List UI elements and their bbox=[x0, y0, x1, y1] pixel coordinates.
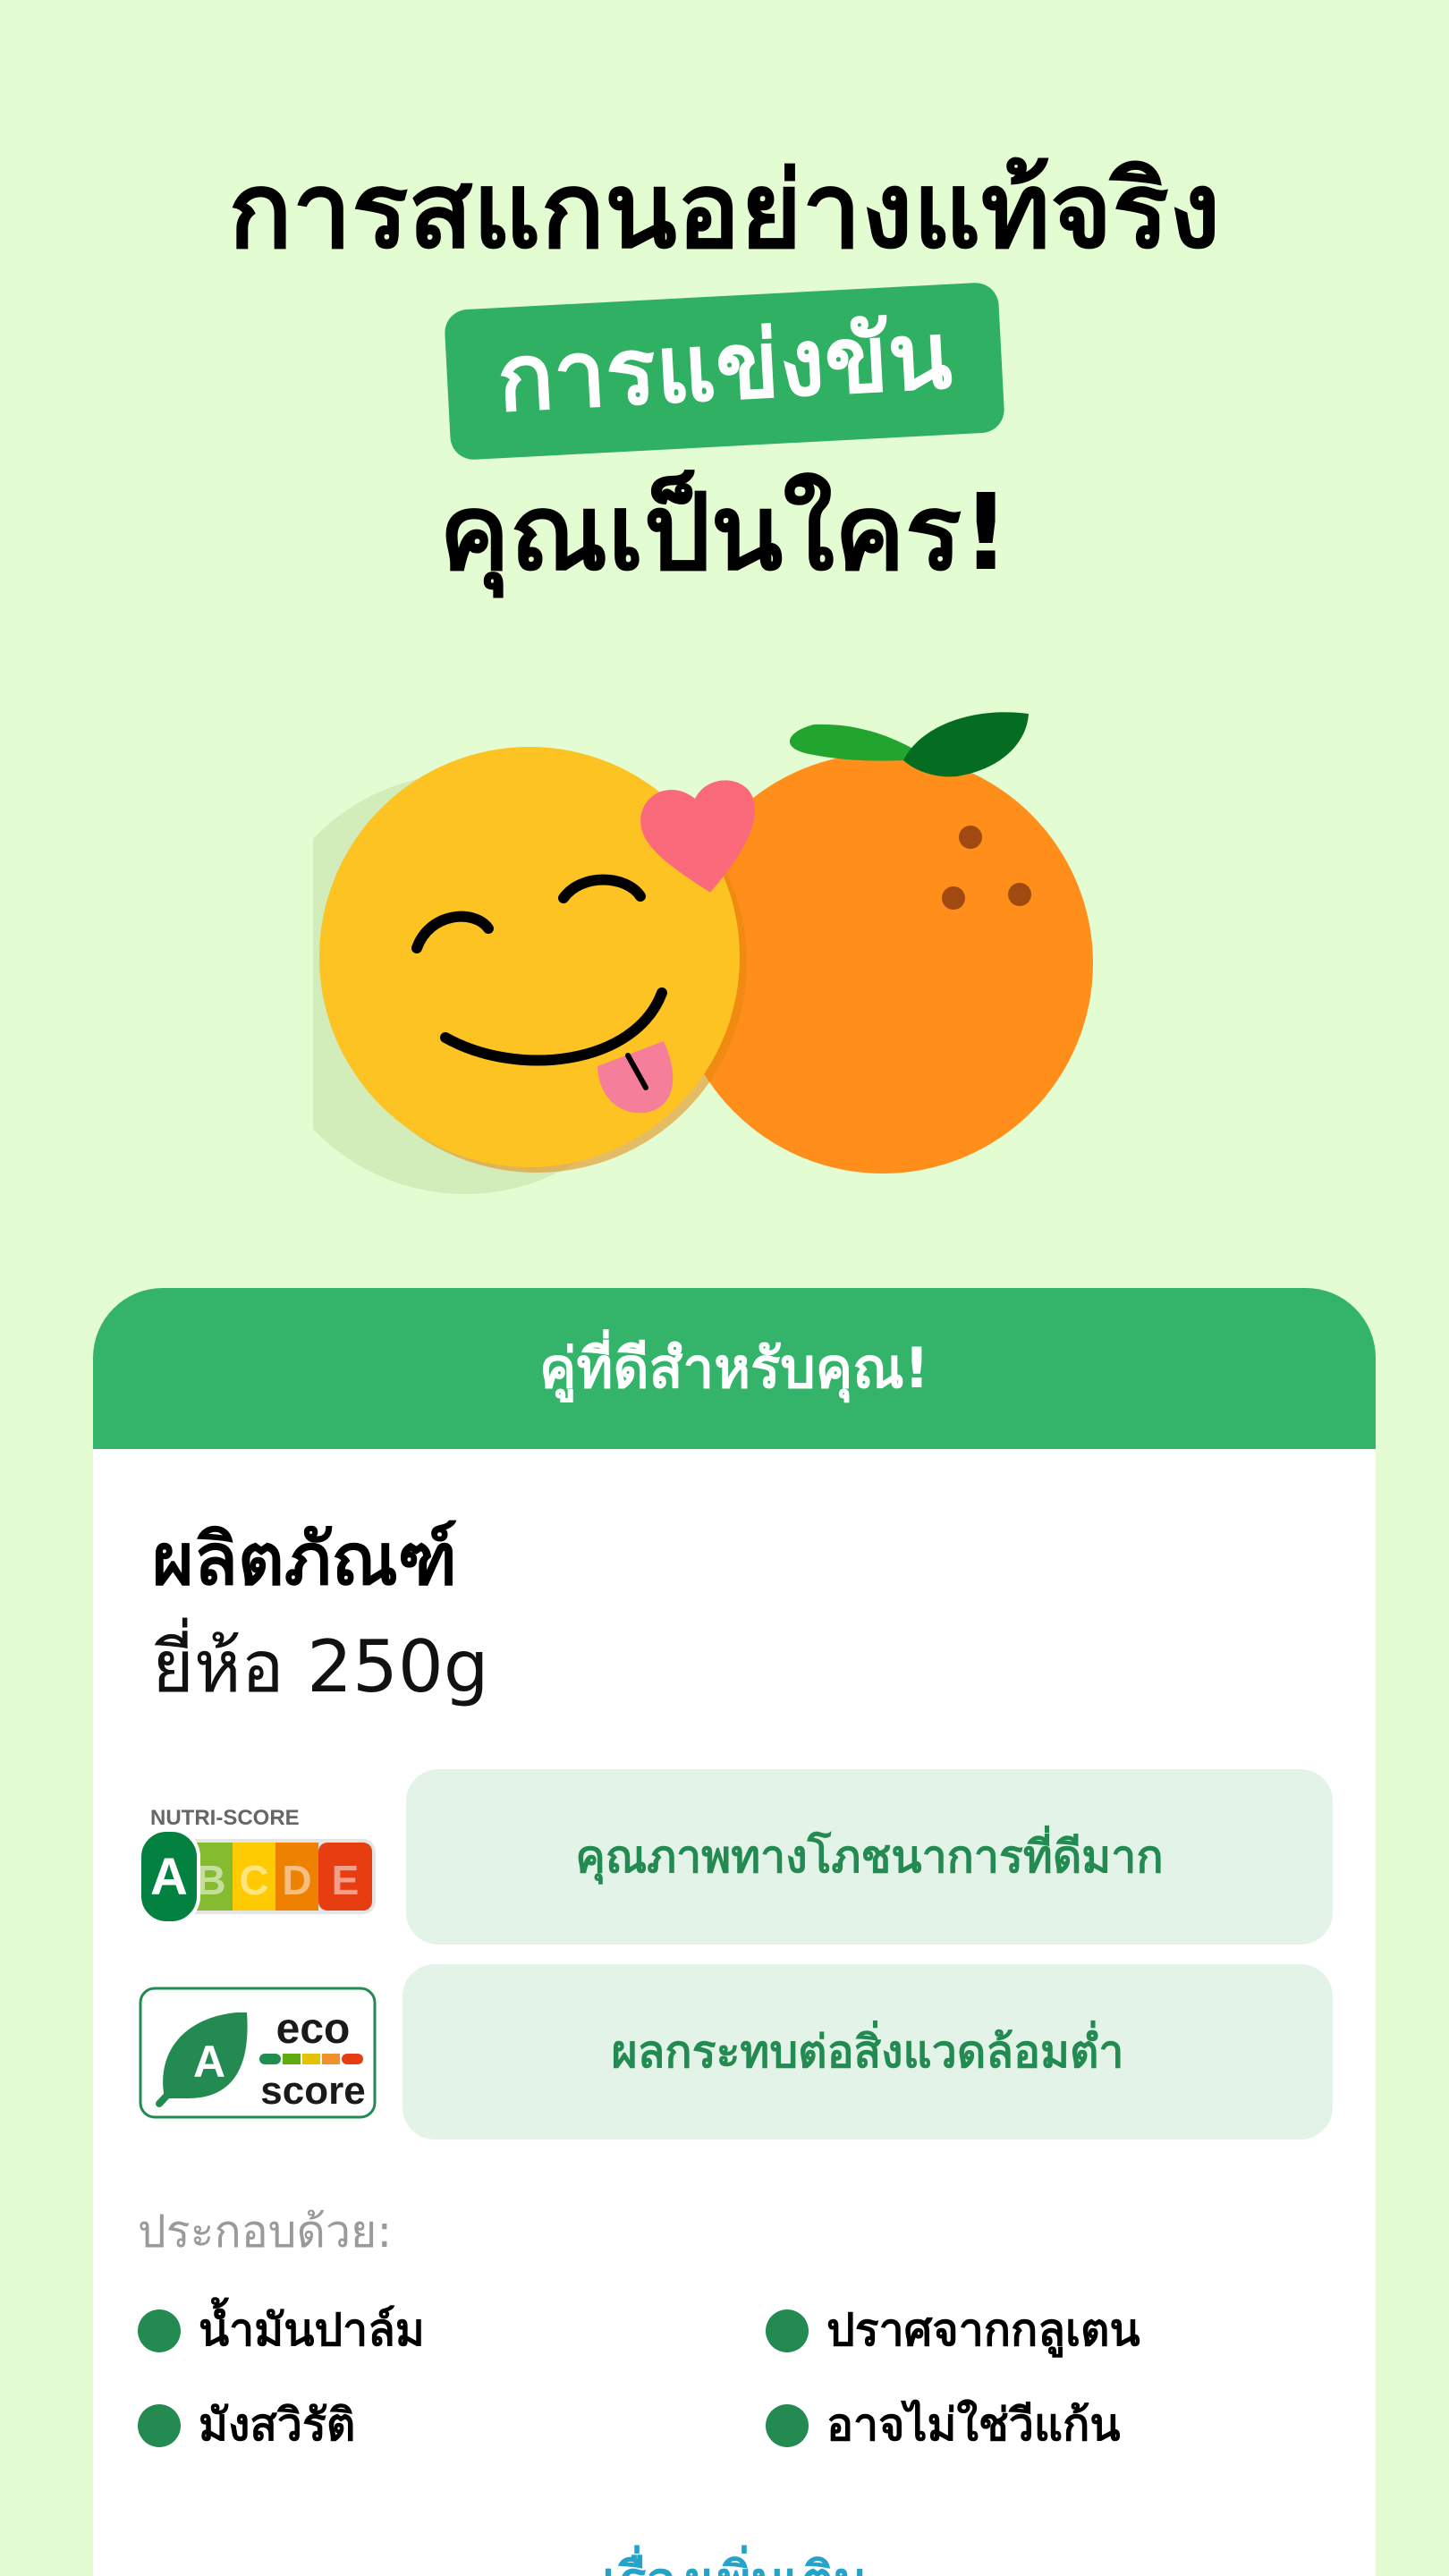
eco-score-description: ผลกระทบต่อสิ่งแวดล้อมต่ำ bbox=[402, 1964, 1333, 2140]
eco-logo-word-bottom: score bbox=[260, 2069, 365, 2113]
product-brand: ยี่ห้อ 250g bbox=[152, 1625, 489, 1708]
ingredients-label: ประกอบด้วย: bbox=[138, 2206, 393, 2258]
ingredient-tag: ปราศจากกลูเตน bbox=[766, 2295, 1140, 2366]
more-link[interactable]: เรื่องเพิ่มเติม bbox=[93, 2540, 1376, 2576]
nutri-letter-d: D bbox=[282, 1857, 311, 1903]
card-header: คู่ที่ดีสำหรับคุณ! bbox=[93, 1288, 1376, 1449]
ingredient-tag-label: มังสวิรัติ bbox=[199, 2399, 356, 2451]
illustration bbox=[313, 712, 1093, 1194]
green-dot-icon bbox=[138, 2309, 181, 2352]
eco-score-logo: A eco score bbox=[139, 1987, 377, 2119]
nutri-score-logo-title: NUTRI-SCORE bbox=[150, 1806, 300, 1830]
ingredient-tag: น้ำมันปาล์ม bbox=[138, 2295, 425, 2366]
ingredient-tag-label: อาจไม่ใช่วีแก้น bbox=[826, 2399, 1121, 2451]
ingredient-tag: มังสวิรัติ bbox=[138, 2390, 355, 2461]
product-name: ผลิตภัณฑ์ bbox=[152, 1518, 458, 1601]
eco-score-grade: A bbox=[193, 2037, 225, 2087]
headline-highlight: การแข่งขัน bbox=[443, 281, 1006, 462]
green-dot-icon bbox=[138, 2403, 181, 2447]
nutri-letter-a: A bbox=[150, 1848, 188, 1906]
ingredient-tag-label: น้ำมันปาล์ม bbox=[199, 2304, 425, 2356]
eco-score-row[interactable]: A eco score ผลกระทบต่อสิ่งแวดล้อมต่ำ bbox=[138, 1964, 1336, 2140]
green-dot-icon bbox=[766, 2309, 809, 2352]
headline-line1: การสแกนอย่างแท้จริง bbox=[228, 148, 1221, 272]
nutri-letter-c: C bbox=[239, 1857, 268, 1903]
product-card[interactable]: คู่ที่ดีสำหรับคุณ! ผลิตภัณฑ์ ยี่ห้อ 250g… bbox=[93, 1288, 1376, 2576]
headline-line3: คุณเป็นใคร! bbox=[438, 470, 1011, 594]
headline: การสแกนอย่างแท้จริง การแข่งขัน คุณเป็นใค… bbox=[0, 134, 1449, 608]
nutri-score-logo: NUTRI-SCORE B C D E A bbox=[138, 1806, 376, 1925]
nutri-score-description: คุณภาพทางโภชนาการที่ดีมาก bbox=[406, 1769, 1333, 1945]
nutri-letter-e: E bbox=[332, 1857, 360, 1903]
app-screen: การสแกนอย่างแท้จริง การแข่งขัน คุณเป็นใค… bbox=[0, 0, 1449, 2576]
green-dot-icon bbox=[766, 2403, 809, 2447]
eco-logo-word-top: eco bbox=[276, 2005, 351, 2053]
ingredient-tag: อาจไม่ใช่วีแก้น bbox=[766, 2390, 1121, 2461]
ingredient-tag-label: ปราศจากกลูเตน bbox=[826, 2304, 1140, 2356]
headline-highlight-wrap: การแข่งขัน bbox=[0, 281, 1449, 462]
nutri-letter-b: B bbox=[196, 1857, 225, 1903]
nutri-score-row[interactable]: NUTRI-SCORE B C D E A คุณภาพทางโภชนาการท… bbox=[138, 1769, 1336, 1945]
